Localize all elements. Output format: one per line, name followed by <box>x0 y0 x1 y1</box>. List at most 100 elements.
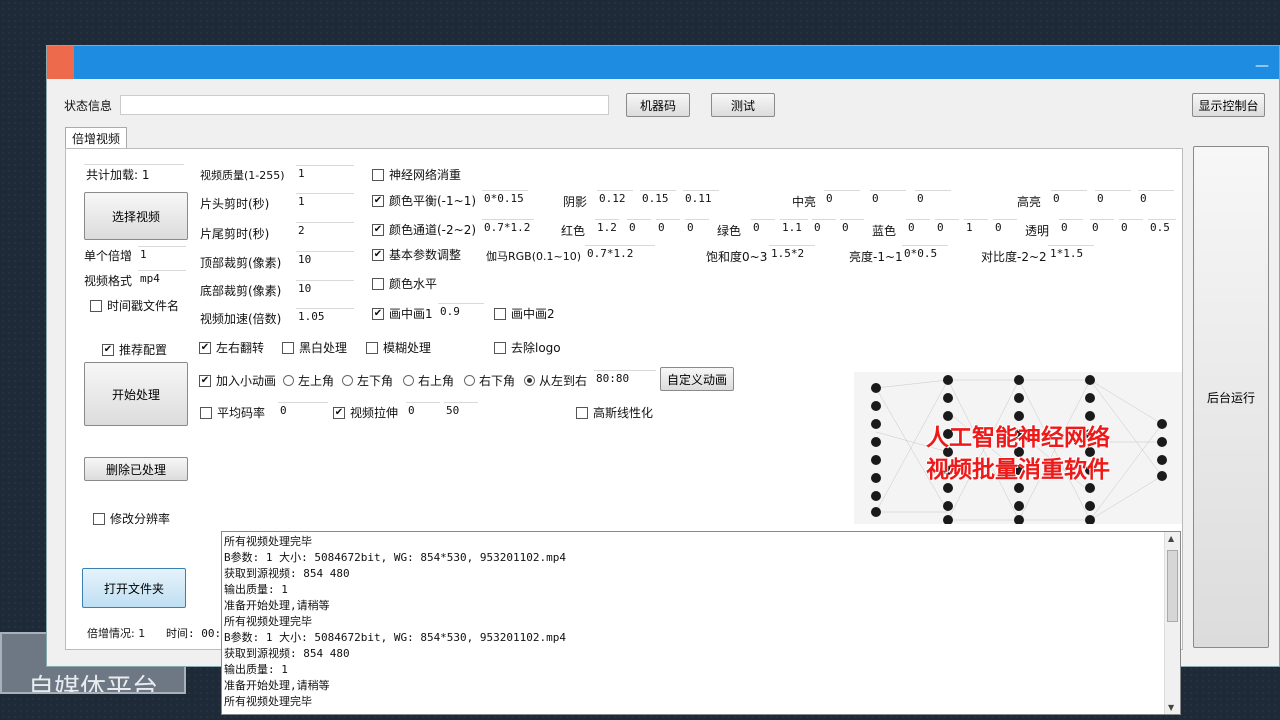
stretch-input[interactable]: 0 <box>406 402 440 420</box>
radio-top-right[interactable]: 右上角 <box>403 372 454 389</box>
bw-checkbox[interactable]: 黑白处理 <box>282 339 347 356</box>
status-field[interactable] <box>120 95 609 115</box>
checkbox-box[interactable] <box>372 168 384 181</box>
param-input[interactable]: 1 <box>296 193 354 211</box>
add-anim-checkbox[interactable]: ✔ 加入小动画 <box>199 372 276 389</box>
remove-logo-checkbox[interactable]: 去除logo <box>494 339 561 356</box>
mirror-checkbox[interactable]: ✔ 左右翻转 <box>199 339 264 356</box>
color-channel-input[interactable]: 0.7*1.2 <box>482 219 534 237</box>
radio-dot[interactable] <box>283 375 294 386</box>
color-balance-checkbox[interactable]: ✔ 颜色平衡(-1~1) <box>372 192 476 209</box>
checkbox-box[interactable]: ✔ <box>372 223 384 236</box>
color-level-checkbox[interactable]: 颜色水平 <box>372 275 437 292</box>
tab-multiply-video[interactable]: 倍增视频 <box>65 127 127 149</box>
shadow-input[interactable]: 0.12 <box>597 190 633 208</box>
machine-code-button[interactable]: 机器码 <box>626 93 690 117</box>
test-button[interactable]: 测试 <box>711 93 775 117</box>
alpha-input[interactable]: 0 <box>1059 219 1083 237</box>
pip1-checkbox[interactable]: ✔ 画中画1 <box>372 305 433 322</box>
param-input[interactable]: 1.05 <box>296 308 354 326</box>
gamma-input[interactable]: 0.7*1.2 <box>585 245 655 263</box>
checkbox-box[interactable] <box>576 406 588 419</box>
pip1-input[interactable]: 0.9 <box>438 303 484 321</box>
blue-input[interactable]: 1 <box>964 219 988 237</box>
green-input[interactable]: 1.1 <box>780 219 808 237</box>
checkbox-box[interactable] <box>366 341 378 354</box>
nn-dedupe-checkbox[interactable]: 神经网络消重 <box>372 166 461 183</box>
checkbox-box[interactable]: ✔ <box>372 307 384 320</box>
radio-top-left[interactable]: 左上角 <box>283 372 334 389</box>
green-input[interactable]: 0 <box>812 219 836 237</box>
red-input[interactable]: 0 <box>656 219 680 237</box>
alpha-input[interactable]: 0 <box>1090 219 1114 237</box>
select-video-button[interactable]: 选择视频 <box>84 192 188 240</box>
midtone-input[interactable]: 0 <box>824 190 860 208</box>
alpha-input[interactable]: 0 <box>1119 219 1143 237</box>
checkbox-box[interactable]: ✔ <box>199 374 211 387</box>
open-folder-button[interactable]: 打开文件夹 <box>82 568 186 608</box>
color-balance-input[interactable]: 0*0.15 <box>482 190 528 208</box>
radio-bottom-left[interactable]: 左下角 <box>342 372 393 389</box>
highlight-input[interactable]: 0 <box>1095 190 1131 208</box>
alpha-input[interactable]: 0.5 <box>1148 219 1176 237</box>
color-channel-checkbox[interactable]: ✔ 颜色通道(-2~2) <box>372 221 476 238</box>
run-background-button[interactable]: 后台运行 <box>1193 146 1269 648</box>
recommend-checkbox[interactable]: ✔ 推荐配置 <box>102 341 167 358</box>
checkbox-box[interactable]: ✔ <box>333 406 345 419</box>
param-input[interactable]: 10 <box>296 251 354 269</box>
checkbox-box[interactable] <box>494 307 506 320</box>
radio-dot[interactable] <box>464 375 475 386</box>
midtone-input[interactable]: 0 <box>870 190 906 208</box>
red-input[interactable]: 1.2 <box>595 219 619 237</box>
checkbox-box[interactable] <box>282 341 294 354</box>
show-console-button[interactable]: 显示控制台 <box>1192 93 1265 117</box>
pip2-checkbox[interactable]: 画中画2 <box>494 305 555 322</box>
midtone-input[interactable]: 0 <box>915 190 951 208</box>
blur-checkbox[interactable]: 模糊处理 <box>366 339 431 356</box>
radio-bottom-right[interactable]: 右下角 <box>464 372 515 389</box>
checkbox-box[interactable]: ✔ <box>102 343 114 356</box>
highlight-input[interactable]: 0 <box>1138 190 1174 208</box>
blue-input[interactable]: 0 <box>993 219 1017 237</box>
red-input[interactable]: 0 <box>685 219 709 237</box>
log-output[interactable]: 所有视频处理完毕 B参数: 1 大小: 5084672bit, WG: 854*… <box>221 531 1181 715</box>
radio-dot[interactable] <box>524 375 535 386</box>
modify-resolution-checkbox[interactable]: 修改分辨率 <box>93 510 170 527</box>
brightness-input[interactable]: 0*0.5 <box>902 245 948 263</box>
title-bar[interactable]: — <box>47 46 1279 79</box>
green-input[interactable]: 0 <box>840 219 864 237</box>
delete-processed-button[interactable]: 删除已处理 <box>84 457 188 481</box>
scroll-up-icon[interactable]: ▲ <box>1168 534 1174 543</box>
shadow-input[interactable]: 0.11 <box>683 190 719 208</box>
custom-anim-button[interactable]: 自定义动画 <box>660 367 734 391</box>
checkbox-box[interactable]: ✔ <box>199 341 211 354</box>
checkbox-box[interactable] <box>200 406 212 419</box>
contrast-input[interactable]: 1*1.5 <box>1048 245 1094 263</box>
avg-bitrate-input[interactable]: 0 <box>278 402 328 420</box>
red-input[interactable]: 0 <box>627 219 651 237</box>
radio-dot[interactable] <box>403 375 414 386</box>
radio-left-to-right[interactable]: 从左到右 <box>524 372 587 389</box>
stretch-input[interactable]: 50 <box>444 402 478 420</box>
shadow-input[interactable]: 0.15 <box>640 190 676 208</box>
checkbox-box[interactable] <box>90 299 102 312</box>
stretch-checkbox[interactable]: ✔ 视频拉伸 <box>333 404 398 421</box>
param-input[interactable]: 1 <box>296 165 354 183</box>
scroll-down-icon[interactable]: ▼ <box>1168 703 1174 712</box>
checkbox-box[interactable] <box>93 512 105 525</box>
param-input[interactable]: 2 <box>296 222 354 240</box>
basic-adjust-checkbox[interactable]: ✔ 基本参数调整 <box>372 246 461 263</box>
highlight-input[interactable]: 0 <box>1051 190 1087 208</box>
checkbox-box[interactable]: ✔ <box>372 194 384 207</box>
single-mult-input[interactable]: 1 <box>138 246 186 264</box>
checkbox-box[interactable]: ✔ <box>372 248 384 261</box>
timestamp-checkbox[interactable]: 时间戳文件名 <box>90 297 179 314</box>
avg-bitrate-checkbox[interactable]: 平均码率 <box>200 404 265 421</box>
anim-input[interactable]: 80:80 <box>594 370 656 388</box>
gauss-checkbox[interactable]: 高斯线性化 <box>576 404 653 421</box>
blue-input[interactable]: 0 <box>935 219 959 237</box>
green-input[interactable]: 0 <box>751 219 775 237</box>
checkbox-box[interactable] <box>494 341 506 354</box>
saturation-input[interactable]: 1.5*2 <box>769 245 815 263</box>
blue-input[interactable]: 0 <box>906 219 930 237</box>
